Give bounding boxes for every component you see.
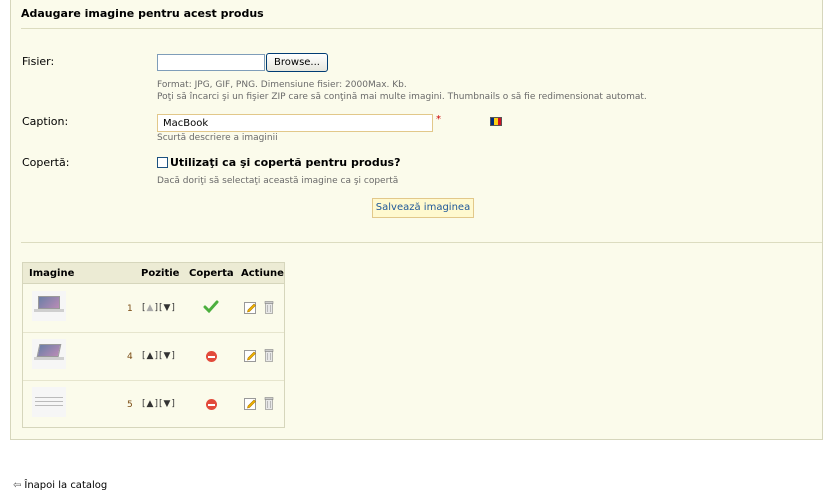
move-up-icon[interactable]: ▲ xyxy=(147,351,155,361)
delete-icon[interactable] xyxy=(264,301,274,314)
laptop-edge xyxy=(35,405,63,406)
caption-label: Caption: xyxy=(22,115,69,128)
file-zip-hint: Poţi să încarci şi un fişier ZIP care să… xyxy=(157,92,647,102)
move-up-icon: ▲ xyxy=(146,303,155,313)
edit-icon[interactable] xyxy=(244,301,257,314)
product-thumbnail[interactable] xyxy=(32,387,66,417)
divider xyxy=(21,242,822,243)
edit-icon[interactable] xyxy=(244,397,257,410)
position-value: 4 xyxy=(127,352,133,362)
images-table: Imagine Pozitie Coperta Actiune 1 [▲][▼] xyxy=(22,262,285,428)
panel-title: Adaugare imagine pentru acest produs xyxy=(21,7,264,20)
laptop-edge xyxy=(35,397,63,398)
file-label: Fisier: xyxy=(22,55,55,68)
table-row: 1 [▲][▼] xyxy=(23,285,284,333)
position-arrows: [▲][▼] xyxy=(142,303,176,313)
not-cover-icon[interactable] xyxy=(206,351,217,362)
header-position: Pozitie xyxy=(141,268,180,279)
table-row: 5 [▲][▼] xyxy=(23,381,284,429)
table-header: Imagine Pozitie Coperta Actiune xyxy=(23,263,284,284)
required-mark: * xyxy=(436,114,441,125)
file-format-hint: Format: JPG, GIF, PNG. Dimensiune fisier… xyxy=(157,80,407,90)
delete-icon[interactable] xyxy=(264,349,274,362)
cover-checkbox[interactable] xyxy=(157,157,168,168)
caption-input[interactable]: MacBook xyxy=(157,114,433,132)
browse-button[interactable]: Browse... xyxy=(266,53,328,72)
laptop-base xyxy=(34,357,64,360)
left-arrow-icon: ⇦ xyxy=(13,480,22,491)
position-arrows: [▲][▼] xyxy=(142,351,176,361)
position-value: 5 xyxy=(127,400,133,410)
romanian-flag-icon[interactable] xyxy=(490,117,502,126)
cover-hint: Dacă doriţi să selectaţi această imagine… xyxy=(157,176,399,186)
move-down-icon[interactable]: ▼ xyxy=(163,351,171,361)
product-thumbnail[interactable] xyxy=(32,291,66,321)
product-thumbnail[interactable] xyxy=(32,339,66,369)
position-arrows: [▲][▼] xyxy=(142,399,176,409)
position-value: 1 xyxy=(127,304,133,314)
save-image-button[interactable]: Salvează imaginea xyxy=(372,198,474,218)
delete-icon[interactable] xyxy=(264,397,274,410)
move-down-icon[interactable]: ▼ xyxy=(163,399,171,409)
laptop-screen xyxy=(36,344,62,357)
divider xyxy=(21,28,822,29)
move-down-icon[interactable]: ▼ xyxy=(163,303,171,313)
file-input[interactable] xyxy=(157,54,265,71)
table-row: 4 [▲][▼] xyxy=(23,333,284,381)
back-link-label: Înapoi la catalog xyxy=(24,480,108,491)
edit-icon[interactable] xyxy=(244,349,257,362)
laptop-screen xyxy=(38,296,60,309)
caption-hint: Scurtă descriere a imaginii xyxy=(157,133,278,143)
move-up-icon[interactable]: ▲ xyxy=(147,399,155,409)
cover-checkbox-label[interactable]: Utilizaţi ca şi copertă pentru produs? xyxy=(170,156,400,169)
header-cover: Coperta xyxy=(189,268,234,279)
cover-label: Copertă: xyxy=(22,156,70,169)
flag-stripe-red xyxy=(497,118,501,125)
cover-check-icon xyxy=(203,300,219,314)
not-cover-icon[interactable] xyxy=(206,399,217,410)
image-upload-panel: Adaugare imagine pentru acest produs Fis… xyxy=(10,0,823,440)
laptop-edge xyxy=(35,401,63,402)
laptop-base xyxy=(34,309,64,312)
back-to-catalog-link[interactable]: ⇦ Înapoi la catalog xyxy=(13,480,107,491)
header-image: Imagine xyxy=(29,268,75,279)
header-action: Actiune xyxy=(241,268,284,279)
